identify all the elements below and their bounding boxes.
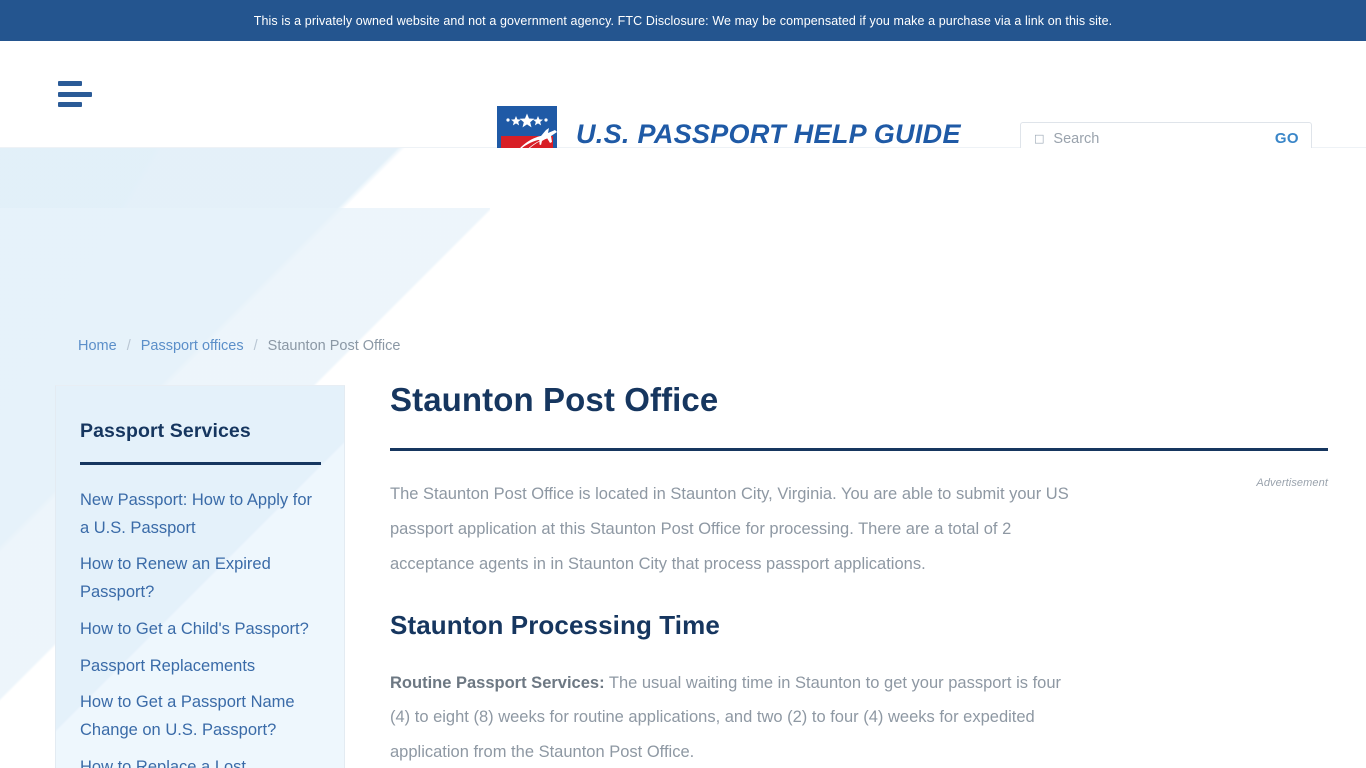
breadcrumb: Home / Passport offices / Staunton Post … (78, 338, 400, 354)
sidebar-item-replacements[interactable]: Passport Replacements (80, 653, 320, 681)
sidebar-divider (80, 462, 321, 465)
search-icon: □ (1034, 132, 1045, 145)
sidebar-item-name-change[interactable]: How to Get a Passport Name Change on U.S… (80, 689, 320, 744)
search-go-button[interactable]: GO (1275, 130, 1299, 147)
sidebar-item-label[interactable]: Passport Replacements (80, 653, 320, 681)
brand-title: U.S. PASSPORT HELP GUIDE (576, 118, 961, 149)
breadcrumb-separator-1: / (126, 338, 131, 354)
sidebar-item-lost-passport[interactable]: How to Replace a Lost Passport? (80, 754, 320, 768)
sidebar-item-label[interactable]: New Passport: How to Apply for a U.S. Pa… (80, 487, 320, 542)
search-input[interactable] (1053, 130, 1275, 147)
advertisement-column: Advertisement (1080, 477, 1328, 768)
processing-time-heading: Staunton Processing Time (390, 609, 720, 640)
sidebar-item-label[interactable]: How to Renew an Expired Passport? (80, 551, 320, 606)
hamburger-bar-3 (58, 102, 82, 107)
advertisement-label: Advertisement (1256, 476, 1328, 489)
main-content: Staunton Post Office The Staunton Post O… (390, 380, 1328, 768)
site-header: U.S. PASSPORT HELP GUIDE The Expedited P… (0, 41, 1366, 184)
sidebar-item-label[interactable]: How to Get a Child's Passport? (80, 616, 320, 644)
intro-paragraph: The Staunton Post Office is located in S… (390, 484, 1069, 573)
content-columns: The Staunton Post Office is located in S… (390, 477, 1328, 768)
breadcrumb-home[interactable]: Home (78, 338, 117, 354)
sidebar-item-renew-expired[interactable]: How to Renew an Expired Passport? (80, 551, 320, 606)
routine-service-label: Routine Passport Services: (390, 673, 605, 692)
page-header: Staunton Post Office (390, 380, 1328, 451)
sidebar-item-child-passport[interactable]: How to Get a Child's Passport? (80, 616, 320, 644)
sidebar-item-label[interactable]: How to Replace a Lost Passport? (80, 754, 320, 768)
hamburger-bar-2 (58, 91, 92, 97)
disclosure-banner: This is a privately owned website and no… (0, 0, 1366, 41)
routine-service-paragraph: Routine Passport Services: The usual wai… (390, 666, 1080, 768)
page-body: Home / Passport offices / Staunton Post … (0, 148, 1366, 768)
hamburger-bar-1 (58, 81, 82, 86)
sidebar-list: New Passport: How to Apply for a U.S. Pa… (80, 487, 320, 768)
sidebar-title: Passport Services (80, 420, 251, 442)
sidebar: Passport Services New Passport: How to A… (55, 385, 345, 768)
hamburger-menu-icon[interactable] (58, 81, 92, 107)
title-divider (390, 447, 1328, 451)
breadcrumb-passport-offices[interactable]: Passport offices (141, 338, 244, 354)
disclosure-text: This is a privately owned website and no… (253, 13, 1113, 28)
page-title: Staunton Post Office (390, 381, 719, 418)
sidebar-item-label[interactable]: How to Get a Passport Name Change on U.S… (80, 689, 320, 744)
breadcrumb-current: Staunton Post Office (267, 338, 401, 354)
article-body: The Staunton Post Office is located in S… (390, 477, 1080, 768)
breadcrumb-separator-2: / (253, 338, 258, 354)
sidebar-item-new-passport[interactable]: New Passport: How to Apply for a U.S. Pa… (80, 487, 320, 542)
